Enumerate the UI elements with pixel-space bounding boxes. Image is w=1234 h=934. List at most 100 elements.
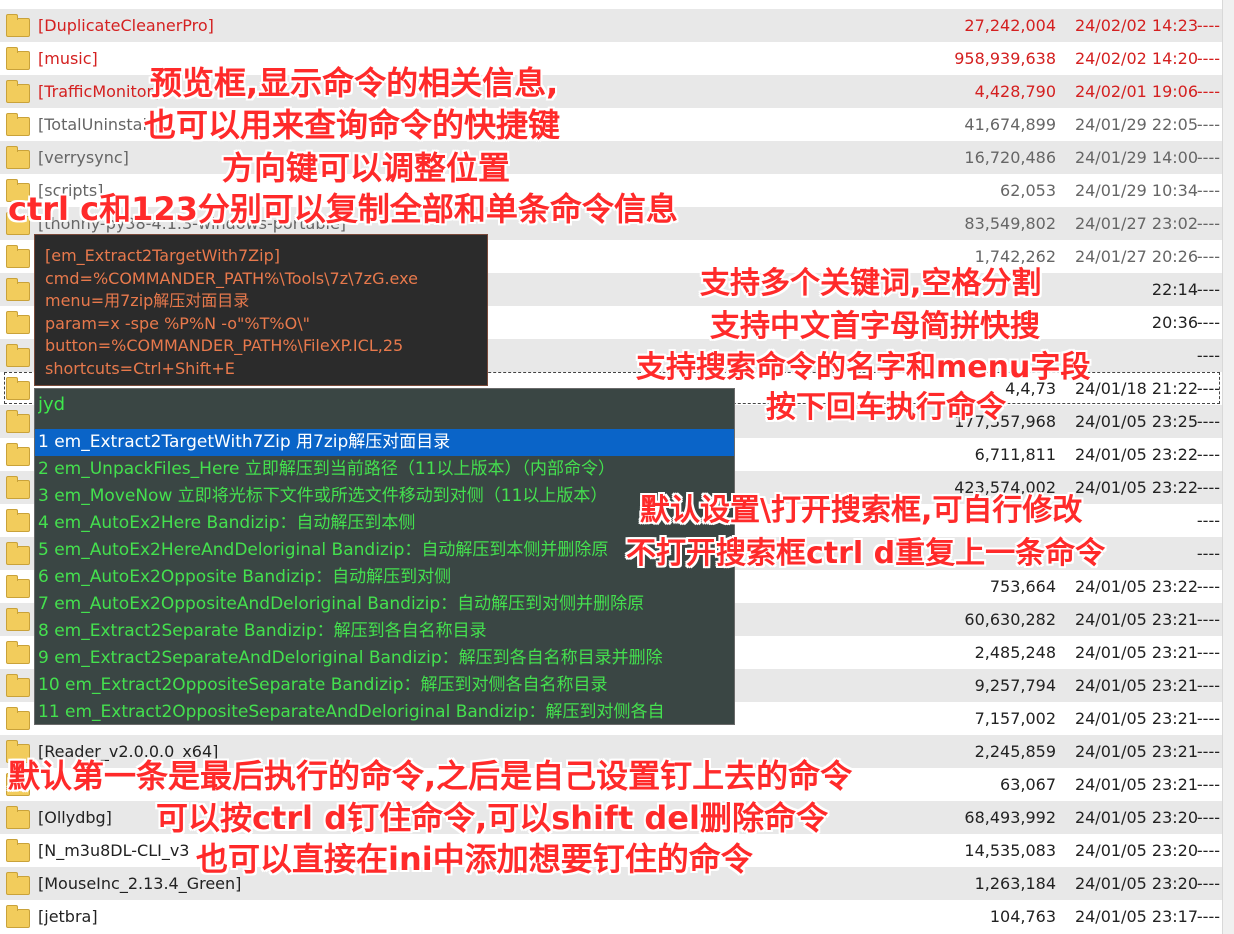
- file-attr: ----: [1196, 181, 1220, 200]
- file-date: 24/01/05 23:21: [1074, 610, 1198, 629]
- command-result-item[interactable]: 3 em_MoveNow 立即将光标下文件或所选文件移动到对侧（11以上版本）: [35, 483, 734, 510]
- folder-icon: [6, 839, 30, 862]
- file-date: 24/01/05 23:22: [1074, 478, 1198, 497]
- file-date: 24/01/05 23:21: [1074, 643, 1198, 662]
- folder-icon: [6, 344, 30, 367]
- file-date: 24/02/02 14:20: [1074, 49, 1198, 68]
- file-date: 24/01/05 23:25: [1074, 412, 1198, 431]
- file-attr: ----: [1196, 247, 1220, 266]
- file-attr: ----: [1196, 280, 1220, 299]
- command-result-item[interactable]: 8 em_Extract2Separate Bandizip：解压到各自名称目录: [35, 618, 734, 645]
- folder-icon: [6, 542, 30, 565]
- file-attr: ----: [1196, 676, 1220, 695]
- preview-line: shortcuts=Ctrl+Shift+E: [45, 358, 235, 378]
- annotation-shortcut-1: 默认设置\打开搜索框,可自行修改: [640, 493, 1083, 528]
- folder-icon: [6, 146, 30, 169]
- file-attr: ----: [1196, 313, 1220, 332]
- file-attr: ----: [1196, 214, 1220, 233]
- file-size: 2,245,859: [974, 742, 1056, 761]
- annotation-preview-3: 方向键可以调整位置: [222, 149, 511, 187]
- file-attr: ----: [1196, 445, 1220, 464]
- file-size: 2,485,248: [974, 643, 1056, 662]
- command-search-input[interactable]: [35, 389, 734, 421]
- file-date: 24/02/02 14:23: [1074, 16, 1198, 35]
- file-date: 24/01/05 23:20: [1074, 874, 1198, 893]
- preview-line: [em_Extract2TargetWith7Zip]: [45, 246, 280, 265]
- annotation-shortcut-2: 不打开搜索框ctrl d重复上一条命令: [626, 536, 1106, 571]
- file-attr: ----: [1196, 412, 1220, 431]
- annotation-search-2: 支持中文首字母简拼快搜: [710, 309, 1040, 344]
- folder-icon: [6, 575, 30, 598]
- file-size: 63,067: [1000, 775, 1056, 794]
- file-size: 62,053: [1000, 181, 1056, 200]
- folder-icon: [6, 47, 30, 70]
- file-attr: ----: [1196, 115, 1220, 134]
- file-date: 24/01/05 23:21: [1074, 775, 1198, 794]
- file-size: 4,428,790: [974, 82, 1056, 101]
- file-date: 24/01/29 22:05: [1074, 115, 1198, 134]
- command-result-item[interactable]: 2 em_UnpackFiles_Here 立即解压到当前路径（11以上版本）（…: [35, 456, 734, 483]
- file-date: 24/01/27 20:26: [1074, 247, 1198, 266]
- file-date: 24/01/05 23:20: [1074, 841, 1198, 860]
- file-attr: ----: [1196, 742, 1220, 761]
- annotation-pin-1: 默认第一条是最后执行的命令,之后是自己设置钉上去的命令: [8, 757, 853, 795]
- file-size: 9,257,794: [974, 676, 1056, 695]
- file-attr: ----: [1196, 82, 1220, 101]
- preview-line: cmd=%COMMANDER_PATH%\Tools\7z\7zG.exe: [45, 268, 418, 288]
- file-name: [verrysync]: [38, 148, 129, 167]
- annotation-search-1: 支持多个关键词,空格分割: [700, 266, 1042, 301]
- file-attr: ----: [1196, 544, 1220, 563]
- file-name: [TrafficMonitor]: [38, 82, 160, 101]
- file-size: 16,720,486: [964, 148, 1056, 167]
- file-size: 60,630,282: [964, 610, 1056, 629]
- annotation-preview-4: ctrl c和123分别可以复制全部和单条命令信息: [8, 190, 678, 228]
- folder-icon: [6, 410, 30, 433]
- folder-icon: [6, 14, 30, 37]
- command-result-item[interactable]: 7 em_AutoEx2OppositeAndDeloriginal Bandi…: [35, 591, 734, 618]
- file-size: 7,157,002: [974, 709, 1056, 728]
- file-date: 24/01/05 23:17: [1074, 907, 1198, 926]
- folder-icon: [6, 278, 30, 301]
- preview-line: menu=用7zip解压对面目录: [45, 291, 250, 311]
- annotation-preview-1: 预览框,显示命令的相关信息,: [150, 64, 559, 102]
- file-size: 6,711,811: [974, 445, 1056, 464]
- command-result-item[interactable]: 11 em_Extract2OppositeSeparateAndDelorig…: [35, 699, 734, 724]
- annotation-pin-3: 也可以直接在ini中添加想要钉住的命令: [196, 840, 753, 878]
- folder-icon: [6, 641, 30, 664]
- file-attr: ----: [1196, 907, 1220, 926]
- command-result-item[interactable]: 9 em_Extract2SeparateAndDeloriginal Band…: [35, 645, 734, 672]
- file-date: 24/01/05 23:22: [1074, 577, 1198, 596]
- file-date: 24/01/05 23:20: [1074, 808, 1198, 827]
- file-date: 22:14: [1151, 280, 1198, 299]
- folder-icon: [6, 674, 30, 697]
- folder-icon: [6, 872, 30, 895]
- annotation-search-4: 按下回车执行命令: [766, 390, 1006, 425]
- file-row[interactable]: [jetbra] 104,763 24/01/05 23:17 ----: [0, 900, 1222, 933]
- file-row[interactable]: [DuplicateCleanerPro] 27,242,004 24/02/02 …: [0, 9, 1222, 42]
- file-attr: ----: [1196, 808, 1220, 827]
- file-date: 24/01/29 14:00: [1074, 148, 1198, 167]
- file-attr: ----: [1196, 610, 1220, 629]
- folder-icon: [6, 113, 30, 136]
- file-attr: ----: [1196, 577, 1220, 596]
- file-size: 83,549,802: [964, 214, 1056, 233]
- command-result-item[interactable]: 1 em_Extract2TargetWith7Zip 用7zip解压对面目录: [35, 429, 734, 456]
- file-size: 958,939,638: [954, 49, 1056, 68]
- folder-icon: [6, 245, 30, 268]
- file-attr: ----: [1196, 49, 1220, 68]
- folder-icon: [6, 707, 30, 730]
- file-date: 24/01/27 23:02: [1074, 214, 1198, 233]
- file-attr: ----: [1196, 511, 1220, 530]
- file-attr: ----: [1196, 643, 1220, 662]
- folder-icon: [6, 608, 30, 631]
- file-name: [music]: [38, 49, 98, 68]
- file-name: [TotalUninstall]: [38, 115, 158, 134]
- file-size: 753,664: [989, 577, 1056, 596]
- file-attr: ----: [1196, 148, 1220, 167]
- scrollbar[interactable]: [1222, 0, 1234, 934]
- file-attr: ----: [1196, 346, 1220, 365]
- command-result-item[interactable]: 10 em_Extract2OppositeSeparate Bandizip：…: [35, 672, 734, 699]
- file-size: 104,763: [989, 907, 1056, 926]
- annotation-search-3: 支持搜索命令的名字和menu字段: [636, 350, 1091, 385]
- annotation-pin-2: 可以按ctrl d钉住命令,可以shift del删除命令: [156, 799, 828, 837]
